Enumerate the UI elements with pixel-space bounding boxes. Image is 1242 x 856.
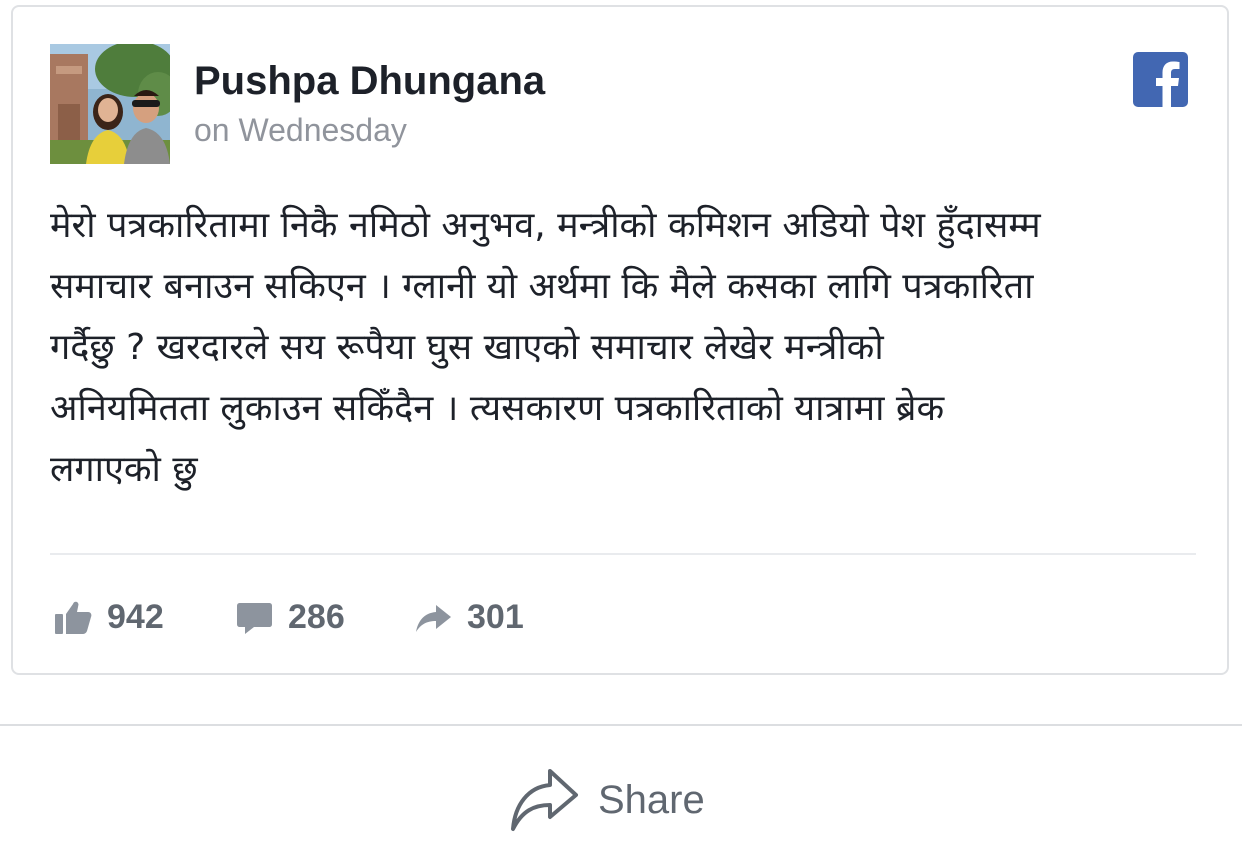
author-name[interactable]: Pushpa Dhungana — [194, 59, 545, 104]
share-label: Share — [598, 777, 705, 822]
shares-stat[interactable]: 301 — [413, 593, 524, 641]
facebook-icon[interactable] — [1133, 52, 1188, 107]
likes-stat[interactable]: 942 — [53, 593, 164, 641]
share-arrow-outline-icon — [511, 769, 578, 831]
footer-divider — [0, 724, 1242, 726]
likes-count: 942 — [107, 597, 164, 636]
post-text: मेरो पत्रकारितामा निकै नमिठो अनुभव, मन्त… — [50, 205, 1041, 490]
shares-count: 301 — [467, 597, 524, 636]
post-card: Pushpa Dhungana on Wednesday मेरो पत्रका… — [11, 5, 1229, 675]
comment-bubble-icon — [237, 603, 272, 634]
share-arrow-icon — [416, 605, 451, 632]
share-button[interactable]: Share — [508, 762, 705, 838]
comments-count: 286 — [288, 597, 345, 636]
post-timestamp[interactable]: on Wednesday — [194, 112, 407, 149]
thumbs-up-icon — [55, 601, 92, 634]
profile-photo — [50, 44, 170, 164]
divider — [50, 553, 1196, 555]
comments-stat[interactable]: 286 — [234, 593, 345, 641]
avatar[interactable] — [50, 44, 170, 164]
